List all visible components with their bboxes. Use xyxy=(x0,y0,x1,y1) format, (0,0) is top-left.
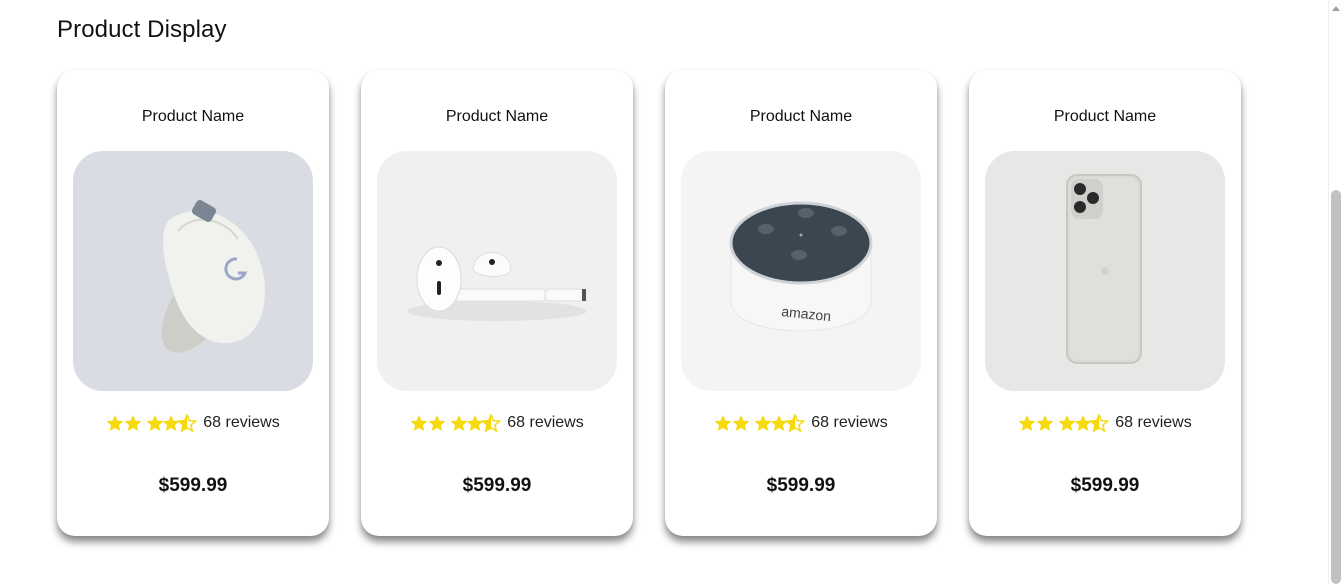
star-rating xyxy=(1018,414,1110,432)
review-count[interactable]: 68 reviews xyxy=(507,414,583,432)
product-price: $599.99 xyxy=(158,475,228,496)
product-price: $599.99 xyxy=(1070,475,1140,496)
review-count[interactable]: 68 reviews xyxy=(203,414,279,432)
star-icon xyxy=(428,415,446,431)
star-icon xyxy=(1036,415,1054,431)
product-name: Product Name xyxy=(141,108,245,125)
star-icon xyxy=(162,415,180,431)
rating-row: 68 reviews xyxy=(969,414,1241,432)
product-price: $599.99 xyxy=(462,475,532,496)
scroll-up-arrow-icon[interactable] xyxy=(1332,6,1340,11)
rating-row: 68 reviews xyxy=(57,414,329,432)
page-title: Product Display xyxy=(57,16,227,43)
rating-row: 68 reviews xyxy=(665,414,937,432)
star-icon xyxy=(770,415,788,431)
star-icon xyxy=(410,415,428,431)
product-card[interactable]: Product Name 68 reviews $599.99 xyxy=(57,70,329,536)
review-count[interactable]: 68 reviews xyxy=(811,414,887,432)
star-rating xyxy=(106,414,198,432)
product-image-phone[interactable] xyxy=(985,151,1225,391)
product-card[interactable]: Product Name 68 reviews $599.99 xyxy=(361,70,633,536)
review-count[interactable]: 68 reviews xyxy=(1115,414,1191,432)
product-image-speaker[interactable]: amazon xyxy=(681,151,921,391)
product-card[interactable]: Product Name amazon 68 reviews $599.99 xyxy=(665,70,937,536)
product-image-mouse[interactable] xyxy=(73,151,313,391)
star-icon xyxy=(754,415,772,431)
star-icon xyxy=(146,415,164,431)
star-icon xyxy=(732,415,750,431)
star-icon xyxy=(450,415,468,431)
product-name: Product Name xyxy=(749,108,853,125)
scrollbar-thumb[interactable] xyxy=(1331,190,1341,584)
star-rating xyxy=(410,414,502,432)
star-icon xyxy=(466,415,484,431)
star-icon xyxy=(714,415,732,431)
vertical-scrollbar[interactable] xyxy=(1328,0,1343,584)
product-name: Product Name xyxy=(1053,108,1157,125)
product-display-page: Product Display Product Name 68 reviews … xyxy=(0,0,1343,584)
rating-row: 68 reviews xyxy=(361,414,633,432)
product-price: $599.99 xyxy=(766,475,836,496)
star-icon xyxy=(106,415,124,431)
star-rating xyxy=(714,414,806,432)
product-image-earbuds[interactable] xyxy=(377,151,617,391)
star-icon xyxy=(1074,415,1092,431)
product-grid: Product Name 68 reviews $599.99 Product … xyxy=(57,70,1257,540)
product-card[interactable]: Product Name 68 reviews $599.99 xyxy=(969,70,1241,536)
star-icon xyxy=(1018,415,1036,431)
star-icon xyxy=(124,415,142,431)
product-name: Product Name xyxy=(445,108,549,125)
star-icon xyxy=(1058,415,1076,431)
